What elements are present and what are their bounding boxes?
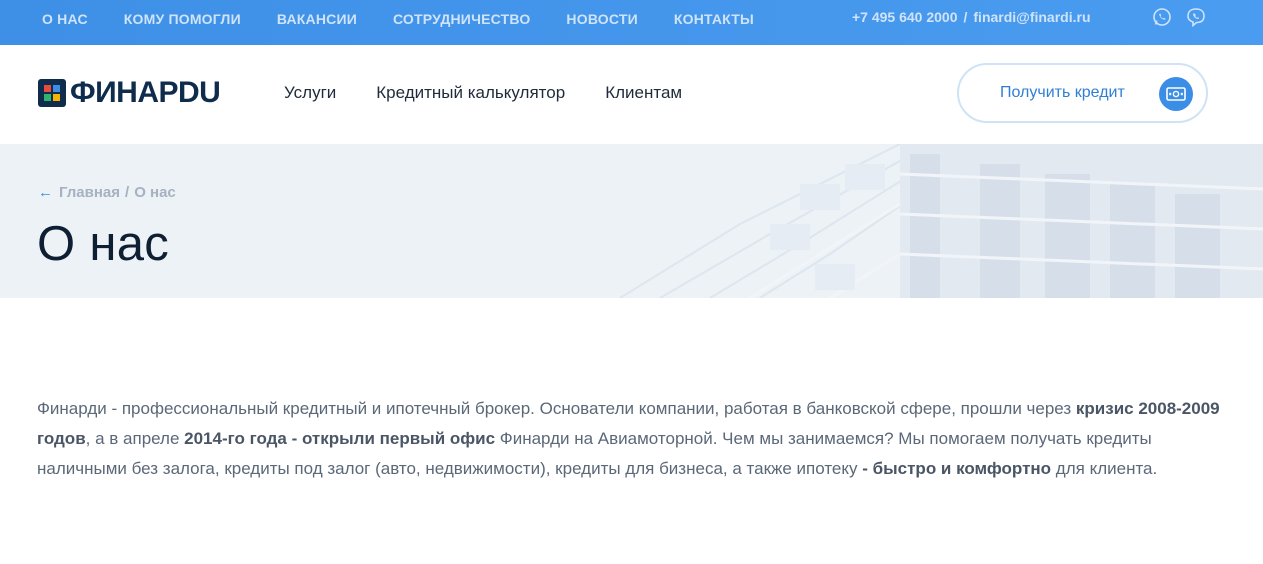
main-nav: Услуги Кредитный калькулятор Клиентам (284, 83, 682, 103)
breadcrumb-current: О нас (134, 184, 176, 201)
top-nav: О НАС КОМУ ПОМОГЛИ ВАКАНСИИ СОТРУДНИЧЕСТ… (24, 0, 772, 38)
contact-info: +7 495 640 2000 / finardi@finardi.ru (852, 0, 1091, 34)
main-nav-clients[interactable]: Клиентам (605, 83, 682, 103)
get-credit-label: Получить кредит (1000, 84, 1125, 101)
top-nav-cooperation[interactable]: СОТРУДНИЧЕСТВО (393, 11, 530, 27)
email-link[interactable]: finardi@finardi.ru (973, 9, 1090, 25)
about-bold-first-office: 2014-го года - открыли первый офис (184, 429, 496, 448)
top-bar: О НАС КОМУ ПОМОГЛИ ВАКАНСИИ СОТРУДНИЧЕСТ… (0, 0, 1263, 45)
main-nav-calculator[interactable]: Кредитный калькулятор (376, 83, 565, 103)
about-text-1: Финарди - профессиональный кредитный и и… (37, 399, 1076, 418)
top-nav-contacts[interactable]: КОНТАКТЫ (674, 11, 754, 27)
breadcrumb: ← Главная / О нас (38, 184, 176, 201)
building-background (619, 144, 1263, 298)
top-nav-about[interactable]: О НАС (42, 11, 88, 27)
viber-icon[interactable] (1186, 7, 1206, 28)
about-text-4: для клиента. (1051, 459, 1158, 478)
page-title: О нас (37, 217, 170, 271)
logo-mark-icon (38, 79, 66, 107)
get-credit-button[interactable]: Получить кредит (957, 63, 1208, 123)
main-nav-services[interactable]: Услуги (284, 83, 336, 103)
top-nav-news[interactable]: НОВОСТИ (566, 11, 637, 27)
phone-link[interactable]: +7 495 640 2000 (852, 9, 958, 25)
breadcrumb-separator: / (125, 184, 130, 201)
about-text-2: , а в апреле (85, 429, 185, 448)
contact-separator: / (963, 9, 968, 25)
about-bold-fast: - быстро и комфортно (862, 459, 1052, 478)
money-icon (1159, 77, 1193, 111)
about-paragraph: Финарди - профессиональный кредитный и и… (37, 394, 1227, 484)
messenger-icons (1152, 7, 1206, 28)
page-hero: ← Главная / О нас О нас (0, 144, 1263, 298)
logo[interactable]: ФИНАРDU (38, 76, 221, 109)
breadcrumb-home[interactable]: Главная (59, 184, 120, 201)
whatsapp-icon[interactable] (1152, 7, 1172, 27)
top-nav-vacancies[interactable]: ВАКАНСИИ (277, 11, 357, 27)
top-nav-helped[interactable]: КОМУ ПОМОГЛИ (124, 11, 241, 27)
site-header: ФИНАРDU Услуги Кредитный калькулятор Кли… (0, 45, 1263, 144)
logo-text: ФИНАРDU (70, 76, 221, 109)
arrow-left-icon[interactable]: ← (38, 184, 53, 201)
